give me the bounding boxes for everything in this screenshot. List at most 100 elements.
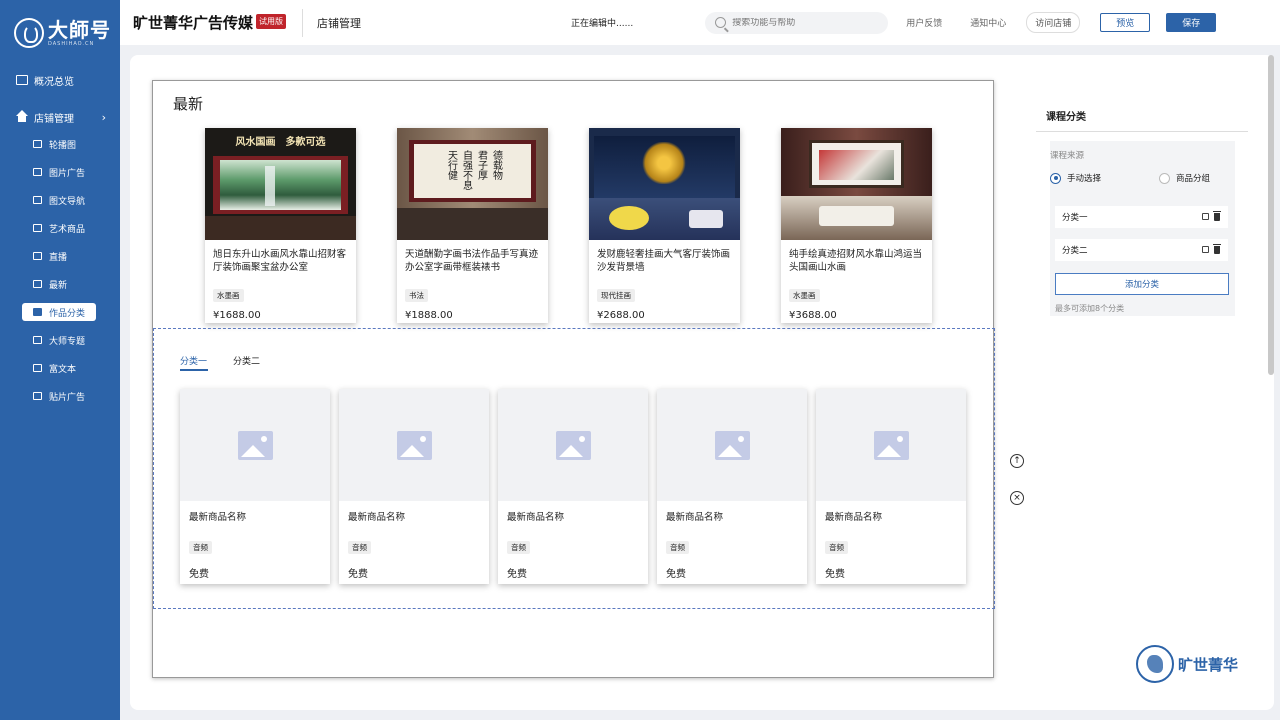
search-input[interactable] — [732, 17, 873, 28]
sidebar-item-label: 概况总览 — [34, 76, 74, 88]
visit-store-button[interactable]: 访问店铺 — [1026, 12, 1081, 33]
product-image — [589, 128, 740, 240]
product-card-placeholder[interactable]: 最新商品名称 音频 免费 — [339, 389, 489, 584]
product-card[interactable]: 风水国画 多款可选 旭日东升山水画风水靠山招财客厅装饰画聚宝盆办公室 水墨画 ¥… — [205, 128, 356, 323]
sidebar-item-works-category[interactable]: 作品分类 — [22, 303, 96, 321]
sidebar-item-overview[interactable]: 概况总览 — [0, 67, 120, 93]
search-icon — [715, 17, 727, 28]
search-box[interactable] — [705, 11, 889, 34]
image-icon — [873, 430, 909, 460]
product-price: 免费 — [189, 569, 209, 580]
image-placeholder — [498, 389, 648, 501]
product-tag: 水墨画 — [213, 289, 244, 302]
image-ad-icon — [33, 168, 42, 176]
sidebar-item-label: 最新 — [49, 280, 68, 291]
live-icon — [33, 252, 42, 260]
tab-category-two[interactable]: 分类二 — [233, 354, 260, 367]
preview-canvas: 最新 风水国画 多款可选 旭日东升山水画风水靠山招财客厅装饰画聚宝盆办公室 水墨… — [152, 80, 995, 678]
product-price: 免费 — [348, 569, 368, 580]
radio-label: 手动选择 — [1067, 174, 1102, 184]
nav-icon — [33, 196, 42, 204]
product-name: 最新商品名称 — [507, 512, 565, 523]
product-card[interactable]: 纯手绘真迹招财风水靠山鸿运当头国画山水画 水墨画 ¥3688.00 — [781, 128, 932, 323]
radio-checked-icon — [1050, 172, 1061, 184]
product-tag: 现代挂画 — [597, 289, 635, 302]
sidebar-item-nav[interactable]: 图文导航 — [0, 186, 120, 214]
product-price: 免费 — [507, 569, 527, 580]
latest-icon — [33, 280, 42, 288]
product-tag: 音频 — [189, 541, 212, 554]
sidebar: 大師号 DASHIHAO.CN 概况总览 店铺管理 › 轮播图 图片广告 图文导航艺… — [0, 0, 120, 720]
notice-link[interactable]: 通知中心 — [970, 16, 1006, 29]
sidebar-group-store[interactable]: 店铺管理 › — [0, 104, 120, 130]
watermark-text: 旷世菁华 — [1178, 655, 1239, 674]
sidebar-item-sticker-ad[interactable]: 贴片广告 — [0, 382, 120, 410]
radio-manual[interactable]: 手动选择 — [1050, 172, 1101, 184]
sticker-ad-icon — [33, 392, 42, 400]
radio-unchecked-icon — [1159, 172, 1170, 184]
chevron-right-icon: › — [101, 110, 106, 124]
product-tag: 书法 — [405, 289, 428, 302]
preview-button[interactable]: 预览 — [1100, 13, 1151, 32]
product-tag: 音频 — [825, 541, 848, 554]
remove-button[interactable]: × — [1010, 491, 1024, 505]
trash-icon[interactable] — [1213, 244, 1221, 254]
overview-icon — [16, 75, 28, 85]
scrollbar[interactable] — [1268, 55, 1274, 375]
sidebar-item-carousel[interactable]: 轮播图 — [0, 130, 120, 158]
watermark-logo: 旷世菁华 — [1136, 645, 1238, 683]
product-image — [781, 128, 932, 240]
category-tabs-component[interactable]: 分类一 分类二 最新商品名称 音频 免费 最新商品名称 音频 免费 最新商品名称 音频 免费 最新… — [153, 328, 995, 609]
art-goods-icon — [33, 224, 42, 232]
sidebar-group-label: 店铺管理 — [34, 113, 74, 125]
image-placeholder — [657, 389, 807, 501]
move-up-button[interactable]: ↑ — [1010, 454, 1024, 468]
product-price: ¥2688.00 — [597, 310, 645, 321]
master-icon — [33, 336, 42, 344]
image-placeholder — [816, 389, 966, 501]
product-price: ¥1888.00 — [405, 310, 453, 321]
category-name: 分类一 — [1062, 213, 1088, 223]
divider — [302, 8, 304, 37]
sidebar-item-live[interactable]: 直播 — [0, 242, 120, 270]
edit-icon[interactable] — [1202, 213, 1209, 220]
product-card-placeholder[interactable]: 最新商品名称 音频 免费 — [657, 389, 807, 584]
category-row[interactable]: 分类二 — [1055, 239, 1228, 261]
product-name: 最新商品名称 — [348, 512, 406, 523]
edit-icon[interactable] — [1202, 246, 1209, 253]
product-tag: 水墨画 — [789, 289, 820, 302]
rich-text-icon — [33, 364, 42, 372]
sidebar-item-rich-text[interactable]: 富文本 — [0, 354, 120, 382]
sidebar-item-label: 作品分类 — [49, 308, 86, 319]
product-price: 免费 — [666, 569, 686, 580]
seal-icon — [1136, 645, 1174, 683]
product-image: 德载物 君子厚 自强不息 天行健 — [397, 128, 548, 240]
sidebar-item-image-ad[interactable]: 图片广告 — [0, 158, 120, 186]
brand-title: 旷世菁华广告传媒 — [133, 14, 254, 32]
sidebar-item-master[interactable]: 大师专题 — [0, 326, 120, 354]
hint-text: 最多可添加8个分类 — [1055, 304, 1125, 313]
product-price: ¥3688.00 — [789, 310, 837, 321]
category-row[interactable]: 分类一 — [1055, 206, 1228, 228]
sidebar-item-latest[interactable]: 最新 — [0, 270, 120, 298]
product-card-placeholder[interactable]: 最新商品名称 音频 免费 — [816, 389, 966, 584]
product-card-placeholder[interactable]: 最新商品名称 音频 免费 — [180, 389, 330, 584]
sidebar-item-art-goods[interactable]: 艺术商品 — [0, 214, 120, 242]
add-category-button[interactable]: 添加分类 — [1055, 273, 1229, 295]
category-name: 分类二 — [1062, 246, 1088, 256]
product-card[interactable]: 德载物 君子厚 自强不息 天行健 天道酬勤字画书法作品手写真迹办公室字画带框装裱… — [397, 128, 548, 323]
divider — [1036, 131, 1248, 132]
radio-label: 商品分组 — [1176, 174, 1211, 184]
logo-subtitle: DASHIHAO.CN — [48, 40, 95, 47]
sidebar-item-label: 图文导航 — [49, 196, 86, 207]
tab-category-one[interactable]: 分类一 — [180, 354, 207, 367]
product-card[interactable]: 发财鹿轻奢挂画大气客厅装饰画沙发背景墙 现代挂画 ¥2688.00 — [589, 128, 740, 323]
product-card-placeholder[interactable]: 最新商品名称 音频 免费 — [498, 389, 648, 584]
product-name: 最新商品名称 — [666, 512, 724, 523]
radio-group[interactable]: 商品分组 — [1159, 172, 1210, 184]
sidebar-item-label: 贴片广告 — [49, 392, 86, 403]
feedback-link[interactable]: 用户反馈 — [906, 16, 942, 29]
product-name: 纯手绘真迹招财风水靠山鸿运当头国画山水画 — [789, 249, 923, 273]
trash-icon[interactable] — [1213, 211, 1221, 221]
save-button[interactable]: 保存 — [1166, 13, 1217, 32]
